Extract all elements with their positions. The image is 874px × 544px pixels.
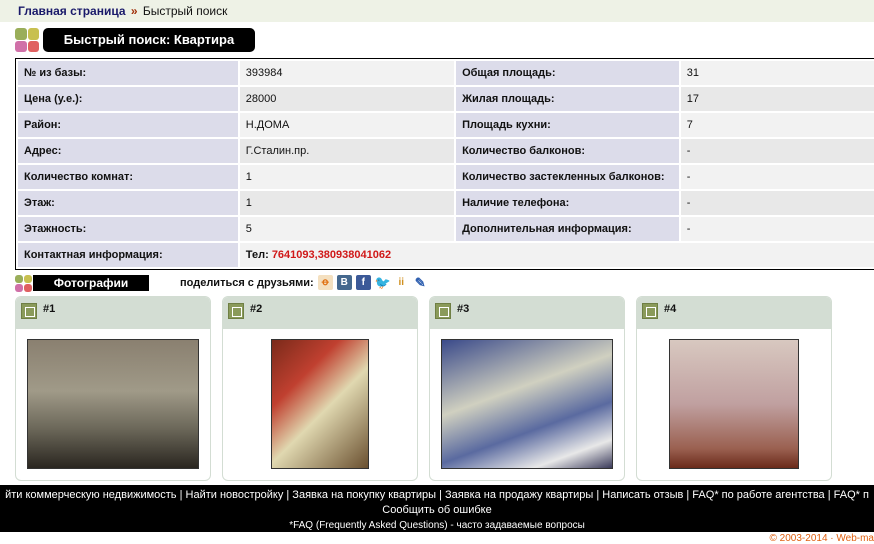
- share-label: поделиться с друзьями:: [180, 276, 314, 289]
- breadcrumb-current: Быстрый поиск: [142, 4, 228, 18]
- table-row: Количество комнат: 1 Количество застекле…: [18, 165, 874, 189]
- report-error-link[interactable]: Сообщить об ошибке: [0, 503, 874, 518]
- breadcrumb-home-link[interactable]: Главная страница: [18, 4, 126, 18]
- field-label: Дополнительная информация:: [456, 217, 679, 241]
- field-value: 7: [680, 113, 874, 137]
- tel-value: 7641093,380938041062: [271, 249, 392, 261]
- tel-label: Тел:: [245, 249, 269, 261]
- photos-logo-icon: [15, 275, 32, 292]
- contact-label: Контактная информация:: [18, 243, 238, 267]
- field-label: Наличие телефона:: [456, 191, 679, 215]
- field-value: -: [680, 191, 874, 215]
- facebook-icon[interactable]: f: [355, 275, 371, 290]
- section-logo-icon: [15, 28, 39, 52]
- field-label: Площадь кухни:: [456, 113, 679, 137]
- table-row: Этажность: 5 Дополнительная информация: …: [18, 217, 874, 241]
- copyright: © 2003-2014 · Web-ma: [769, 533, 874, 544]
- field-value: -: [680, 217, 874, 241]
- field-value: Г.Сталин.пр.: [239, 139, 455, 163]
- field-label: Количество застекленных балконов:: [456, 165, 679, 189]
- property-info-table: № из базы: 393984 Общая площадь: 31 Цена…: [15, 58, 874, 270]
- table-row: Адрес: Г.Сталин.пр. Количество балконов:…: [18, 139, 874, 163]
- photo-frame-icon: [21, 303, 37, 319]
- field-value: Н.ДОМА: [239, 113, 455, 137]
- vkontakte-icon[interactable]: B: [336, 275, 352, 290]
- table-row: Этаж: 1 Наличие телефона: -: [18, 191, 874, 215]
- field-label: Количество комнат:: [18, 165, 238, 189]
- field-value: 28000: [239, 87, 455, 111]
- field-value: -: [680, 165, 874, 189]
- apartment-photo[interactable]: [669, 339, 799, 469]
- faq-note: *FAQ (Frequently Asked Questions) - част…: [289, 520, 585, 531]
- field-label: Жилая площадь:: [456, 87, 679, 111]
- table-row: Район: Н.ДОМА Площадь кухни: 7: [18, 113, 874, 137]
- photo-frame-icon: [228, 303, 244, 319]
- photo-label: #3: [457, 303, 470, 315]
- field-value: 31: [680, 61, 874, 85]
- apartment-photo[interactable]: [271, 339, 369, 469]
- page-title: Быстрый поиск: Квартира: [43, 28, 255, 52]
- photo-frame-icon: [435, 303, 451, 319]
- photo-label: #4: [664, 303, 677, 315]
- photo-label: #2: [250, 303, 263, 315]
- field-value: 1: [239, 165, 455, 189]
- footer-links[interactable]: йти коммерческую недвижимость | Найти но…: [0, 488, 874, 503]
- photo-frame-icon: [642, 303, 658, 319]
- field-label: Район:: [18, 113, 238, 137]
- twitter-icon[interactable]: 🐦: [375, 275, 391, 290]
- apartment-photo[interactable]: [441, 339, 613, 469]
- field-label: № из базы:: [18, 61, 238, 85]
- breadcrumb: Главная страница » Быстрый поиск: [0, 0, 874, 22]
- apartment-photo[interactable]: [27, 339, 199, 469]
- table-row: № из базы: 393984 Общая площадь: 31: [18, 61, 874, 85]
- odnoklassniki-icon[interactable]: ꝋ: [317, 275, 333, 290]
- breadcrumb-separator-icon: »: [130, 4, 138, 18]
- table-row: Цена (у.е.): 28000 Жилая площадь: 17: [18, 87, 874, 111]
- field-value: 17: [680, 87, 874, 111]
- field-label: Этажность:: [18, 217, 238, 241]
- field-value: -: [680, 139, 874, 163]
- livejournal-pencil-icon[interactable]: ✎: [413, 275, 428, 290]
- photo-label: #1: [43, 303, 56, 315]
- footer: йти коммерческую недвижимость | Найти но…: [0, 485, 874, 532]
- field-label: Общая площадь:: [456, 61, 679, 85]
- share-bar: поделиться с друзьями: ꝋ B f 🐦 ii ✎: [180, 275, 428, 290]
- field-value: 393984: [239, 61, 455, 85]
- photos-title: Фотографии: [33, 275, 149, 291]
- field-label: Количество балконов:: [456, 139, 679, 163]
- contact-row: Контактная информация: Тел: 7641093,3809…: [18, 243, 874, 267]
- field-value: 1: [239, 191, 455, 215]
- field-value: 5: [239, 217, 455, 241]
- friends-icon[interactable]: ii: [394, 275, 409, 290]
- field-label: Этаж:: [18, 191, 238, 215]
- field-label: Адрес:: [18, 139, 238, 163]
- field-label: Цена (у.е.):: [18, 87, 238, 111]
